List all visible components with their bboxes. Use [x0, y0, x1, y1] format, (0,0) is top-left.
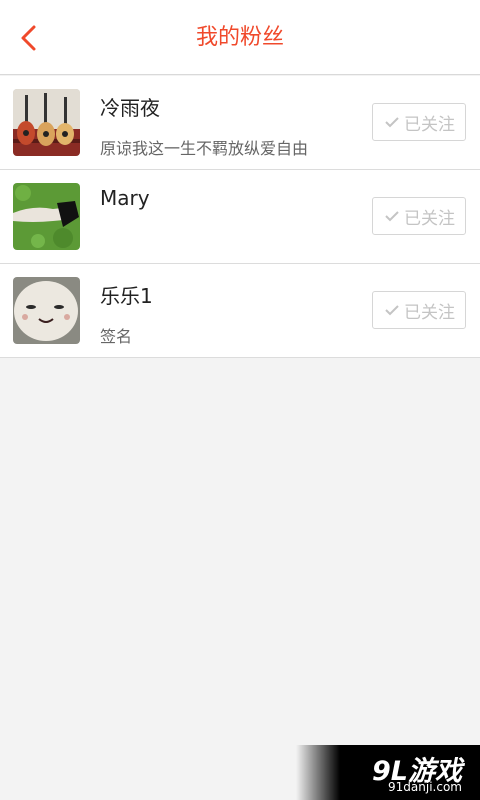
check-icon: [385, 211, 399, 222]
avatar[interactable]: [13, 89, 80, 156]
following-button[interactable]: 已关注: [372, 291, 466, 329]
fan-name[interactable]: Mary: [100, 186, 150, 210]
fan-row-2[interactable]: Mary 已关注: [0, 170, 480, 264]
page-title: 我的粉丝: [195, 25, 284, 50]
chevron-left-icon: [21, 25, 36, 51]
check-icon: [385, 117, 399, 128]
avatar[interactable]: [13, 183, 80, 250]
top-bar: 我的粉丝: [0, 0, 480, 75]
following-button[interactable]: 已关注: [372, 103, 466, 141]
plush-toy-photo: [13, 277, 80, 344]
following-label: 已关注: [404, 302, 455, 323]
fans-list: 冷雨夜 原谅我这一生不羁放纵爱自由 已关注 Mary 已关注 乐乐1 签名 已关…: [0, 76, 480, 358]
watermark: 9L游戏 91danji.com: [296, 745, 480, 800]
following-label: 已关注: [404, 114, 455, 135]
guitars-photo: [13, 89, 80, 156]
avatar[interactable]: [13, 277, 80, 344]
fan-row-3[interactable]: 乐乐1 签名 已关注: [0, 264, 480, 358]
following-button[interactable]: 已关注: [372, 197, 466, 235]
grass-photo: [13, 183, 80, 250]
fan-signature: 原谅我这一生不羁放纵爱自由: [100, 139, 309, 158]
back-button[interactable]: [12, 20, 48, 56]
fan-signature: 签名: [100, 327, 133, 346]
fan-row-1[interactable]: 冷雨夜 原谅我这一生不羁放纵爱自由 已关注: [0, 76, 480, 170]
fan-name[interactable]: 乐乐1: [100, 280, 153, 309]
following-label: 已关注: [404, 208, 455, 229]
fan-name[interactable]: 冷雨夜: [100, 92, 160, 121]
check-icon: [385, 305, 399, 316]
watermark-url: 91danji.com: [388, 780, 462, 794]
